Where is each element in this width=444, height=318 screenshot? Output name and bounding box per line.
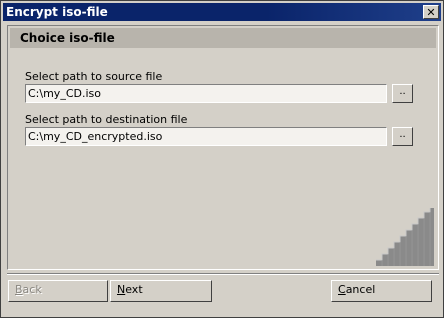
- destination-path-input[interactable]: C:\my_CD_encrypted.iso: [25, 127, 387, 146]
- close-icon: ✕: [426, 5, 436, 19]
- title-bar[interactable]: Encrypt iso-file ✕: [3, 3, 441, 21]
- next-mnemonic: N: [117, 283, 126, 296]
- destination-path-label: Select path to destination file: [25, 113, 188, 126]
- next-button[interactable]: Next: [110, 280, 212, 302]
- back-label-rest: ack: [22, 283, 42, 296]
- page-header: Choice iso-file: [10, 28, 436, 48]
- page-title: Choice iso-file: [20, 31, 115, 45]
- encrypt-iso-dialog: Encrypt iso-file ✕ Choice iso-file Selec…: [0, 0, 444, 318]
- button-separator: [7, 273, 439, 275]
- cancel-label-rest: ancel: [345, 283, 376, 296]
- cancel-mnemonic: C: [338, 283, 346, 296]
- source-path-label: Select path to source file: [25, 70, 163, 83]
- source-browse-button[interactable]: ..: [392, 84, 413, 103]
- window-title: Encrypt iso-file: [6, 5, 108, 19]
- close-button[interactable]: ✕: [423, 5, 439, 19]
- cancel-button[interactable]: Cancel: [331, 280, 432, 302]
- back-button[interactable]: Back: [8, 280, 108, 302]
- staircase-icon: [376, 208, 434, 266]
- back-mnemonic: B: [15, 283, 23, 296]
- source-path-input[interactable]: C:\my_CD.iso: [25, 84, 387, 103]
- wizard-page: Choice iso-file Select path to source fi…: [7, 25, 439, 270]
- destination-browse-button[interactable]: ..: [392, 127, 413, 146]
- next-label-rest: ext: [125, 283, 143, 296]
